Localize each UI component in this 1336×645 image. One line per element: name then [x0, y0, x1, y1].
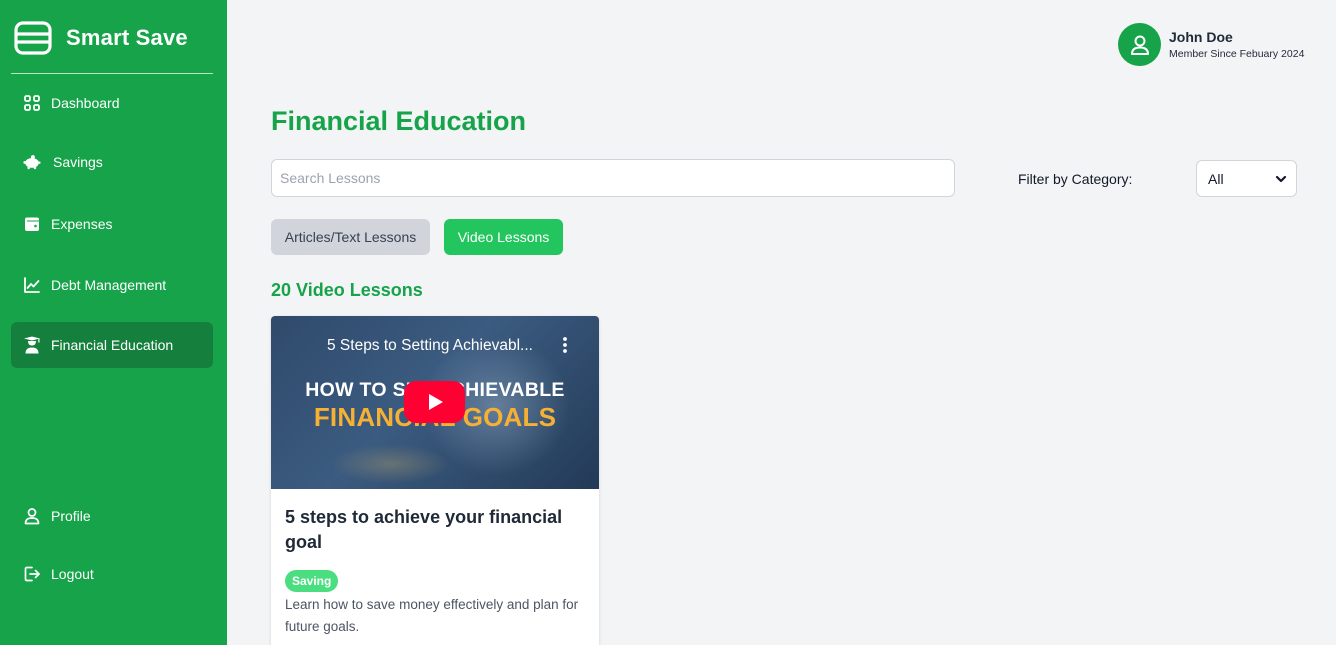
logout-icon	[22, 564, 42, 584]
sidebar-item-savings[interactable]: Savings	[11, 139, 213, 185]
lesson-card[interactable]: 5 Steps to Setting Achievabl... HOW TO S…	[271, 316, 599, 645]
sidebar-divider	[11, 73, 213, 74]
filter-label: Filter by Category:	[1018, 171, 1133, 187]
sidebar-item-label: Profile	[51, 508, 91, 524]
sidebar-item-financial-education[interactable]: Financial Education	[11, 322, 213, 368]
tab-video-lessons[interactable]: Video Lessons	[444, 219, 563, 255]
member-since: Member Since Febuary 2024	[1169, 48, 1305, 60]
tab-articles[interactable]: Articles/Text Lessons	[271, 219, 430, 255]
lesson-description: Learn how to save money effectively and …	[285, 597, 579, 634]
sidebar-item-label: Savings	[53, 154, 103, 170]
sidebar-item-profile[interactable]: Profile	[11, 493, 213, 539]
app-name: Smart Save	[66, 25, 188, 50]
wallet-logo-icon	[14, 21, 52, 55]
sidebar-item-logout[interactable]: Logout	[11, 551, 213, 597]
video-title[interactable]: 5 Steps to Setting Achievabl...	[327, 337, 557, 355]
grid-icon	[22, 93, 42, 113]
play-button[interactable]	[404, 381, 465, 423]
sidebar-item-debt-management[interactable]: Debt Management	[11, 262, 213, 308]
search-input[interactable]	[271, 159, 955, 197]
user-name: John Doe	[1169, 29, 1233, 45]
category-select[interactable]: All	[1196, 160, 1297, 197]
chart-line-icon	[22, 275, 42, 295]
brand[interactable]: Smart Save	[14, 21, 188, 55]
play-icon	[428, 394, 443, 410]
avatar	[1118, 23, 1161, 66]
sidebar-item-label: Logout	[51, 566, 94, 582]
user-avatar-icon	[1130, 35, 1149, 55]
sidebar-item-expenses[interactable]: Expenses	[11, 201, 213, 247]
video-thumbnail[interactable]: 5 Steps to Setting Achievabl... HOW TO S…	[271, 316, 599, 489]
wallet-icon	[22, 214, 42, 234]
chevron-down-icon	[1275, 175, 1287, 182]
sidebar-item-label: Debt Management	[51, 277, 167, 293]
category-badge: Saving	[285, 570, 339, 592]
lesson-title[interactable]: 5 steps to achieve your financial goal	[285, 505, 575, 555]
thumbnail-coins	[331, 444, 451, 484]
sidebar-item-label: Dashboard	[51, 95, 120, 111]
sidebar: Smart Save Dashboard Savings Expenses De…	[0, 0, 227, 645]
category-select-value: All	[1208, 170, 1224, 187]
lesson-count: 20 Video Lessons	[271, 280, 423, 300]
graduate-icon	[22, 335, 42, 355]
piggy-bank-icon	[22, 152, 42, 172]
sidebar-item-label: Expenses	[51, 216, 113, 232]
user-icon	[22, 506, 42, 526]
page-title: Financial Education	[271, 106, 527, 136]
more-options-icon[interactable]	[555, 335, 575, 355]
sidebar-item-label: Financial Education	[51, 337, 174, 353]
sidebar-item-dashboard[interactable]: Dashboard	[11, 80, 213, 126]
user-menu[interactable]: John Doe Member Since Febuary 2024	[1118, 23, 1304, 66]
